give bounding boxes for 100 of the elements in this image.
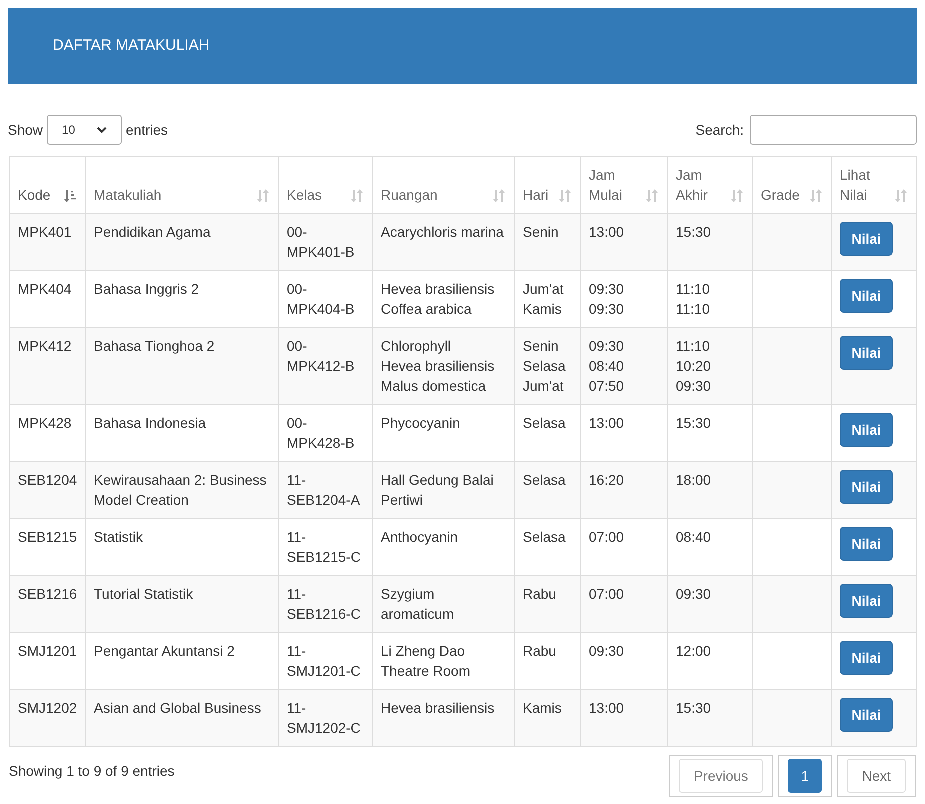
grade-button[interactable]: Nilai [840, 527, 893, 561]
page-title: DAFTAR MATAKULIAH [53, 36, 210, 56]
search-field[interactable] [750, 115, 917, 145]
course-code: MPK428 [18, 415, 72, 431]
room-name: Li Zheng Dao Theatre Room [381, 642, 472, 681]
sort-icon [894, 189, 908, 203]
room-name: Hevea brasiliensis [381, 699, 496, 718]
end-time: 09:30 [676, 585, 712, 604]
sort-icon [809, 189, 823, 203]
sort-icon [256, 189, 270, 203]
class-code: 00-MPK412-B [287, 337, 356, 376]
sort-ascending-icon [63, 189, 77, 203]
course-code: SEB1204 [18, 472, 78, 488]
room-name: Hall Gedung Balai Pertiwi [381, 471, 495, 510]
course-code: MPK412 [18, 338, 72, 354]
grade-button[interactable]: Nilai [840, 336, 893, 370]
start-time: 09:30 [589, 300, 626, 319]
sort-icon [350, 189, 364, 203]
room-name: Szygium aromaticum [381, 585, 456, 624]
end-time: 12:00 [676, 642, 712, 661]
room-name: Coffea arabica [381, 300, 473, 319]
course-code: MPK404 [18, 281, 72, 297]
end-time: 09:30 [676, 377, 712, 396]
day-name: Senin [523, 337, 560, 356]
start-time: 09:30 [589, 642, 626, 661]
start-time: 09:30 [589, 337, 626, 356]
end-time: 11:10 [676, 300, 711, 319]
end-time: 18:00 [676, 471, 712, 490]
grade-button[interactable]: Nilai [840, 279, 893, 313]
end-time: 08:40 [676, 528, 712, 547]
day-name: Jum'at [523, 280, 565, 299]
sort-icon [730, 189, 744, 203]
class-code: 11-SEB1215-C [287, 528, 362, 567]
course-name: Asian and Global Business [94, 700, 262, 716]
grade-button[interactable]: Nilai [840, 413, 893, 447]
sort-icon [645, 189, 659, 203]
grade-button[interactable]: Nilai [840, 222, 893, 256]
class-code: 11-SEB1216-C [287, 585, 362, 624]
class-code: 00-MPK404-B [287, 280, 356, 319]
entries-select[interactable]: 10 [47, 115, 122, 145]
day-name: Selasa [523, 471, 567, 490]
course-name: Pengantar Akuntansi 2 [94, 643, 235, 659]
start-time: 16:20 [589, 471, 626, 490]
start-time: 09:30 [589, 280, 626, 299]
room-name: Hevea brasiliensis [381, 357, 496, 376]
day-name: Jum'at [523, 377, 565, 396]
grade-button[interactable]: Nilai [840, 698, 893, 732]
course-code: SMJ1202 [18, 700, 78, 716]
show-label: Show [8, 121, 44, 140]
course-code: SEB1215 [18, 529, 78, 545]
day-name: Selasa [523, 528, 567, 547]
course-code: MPK401 [18, 224, 72, 240]
day-name: Selasa [523, 414, 567, 433]
day-name: Senin [523, 223, 560, 242]
class-code: 11-SMJ1202-C [287, 699, 362, 738]
end-time: 15:30 [676, 414, 712, 433]
day-name: Kamis [523, 300, 563, 319]
grade-button[interactable]: Nilai [840, 641, 893, 675]
column-header[interactable]: Kode [10, 156, 86, 214]
end-time: 11:10 [676, 280, 711, 299]
start-time: 07:00 [589, 528, 626, 547]
start-time: 13:00 [589, 699, 626, 718]
room-name: Phycocyanin [381, 414, 462, 433]
end-time: 15:30 [676, 223, 712, 242]
course-code: SEB1216 [18, 586, 78, 602]
start-time: 08:40 [589, 357, 626, 376]
class-code: 00-MPK428-B [287, 414, 356, 453]
room-name: Anthocyanin [381, 528, 460, 547]
course-name: Tutorial Statistik [94, 586, 194, 602]
pagination-button[interactable]: Next [837, 755, 916, 797]
course-name: Statistik [94, 529, 144, 545]
chevron-down-icon [97, 126, 108, 134]
search-label: Search: [696, 121, 744, 140]
grade-button[interactable]: Nilai [840, 470, 893, 504]
room-name: Hevea brasiliensis [381, 280, 496, 299]
course-name: Bahasa Inggris 2 [94, 281, 200, 297]
class-code: 00-MPK401-B [287, 223, 356, 262]
entries-info: Showing 1 to 9 of 9 entries [9, 762, 175, 781]
grade-button[interactable]: Nilai [840, 584, 893, 618]
day-name: Rabu [523, 585, 558, 604]
course-name: Bahasa Tionghoa 2 [94, 338, 215, 354]
course-name: Pendidikan Agama [94, 224, 211, 240]
page-button[interactable]: 1 [778, 755, 832, 797]
class-code: 11-SEB1204-A [287, 471, 362, 510]
class-code: 11-SMJ1201-C [287, 642, 362, 681]
start-time: 13:00 [589, 223, 626, 242]
day-name: Selasa [523, 357, 567, 376]
end-time: 15:30 [676, 699, 712, 718]
column-header[interactable]: Matakuliah [86, 156, 278, 214]
end-time: 10:20 [676, 357, 712, 376]
day-name: Kamis [523, 699, 563, 718]
start-time: 07:00 [589, 585, 626, 604]
course-name: Kewirausahaan 2: Business Model Creation [94, 472, 267, 508]
room-name: Malus domestica [381, 377, 488, 396]
sort-icon [492, 189, 506, 203]
entries-label: entries [126, 121, 168, 140]
course-name: Bahasa Indonesia [94, 415, 206, 431]
room-name: Acarychloris marina [381, 223, 505, 242]
start-time: 07:50 [589, 377, 626, 396]
course-code: SMJ1201 [18, 643, 78, 659]
